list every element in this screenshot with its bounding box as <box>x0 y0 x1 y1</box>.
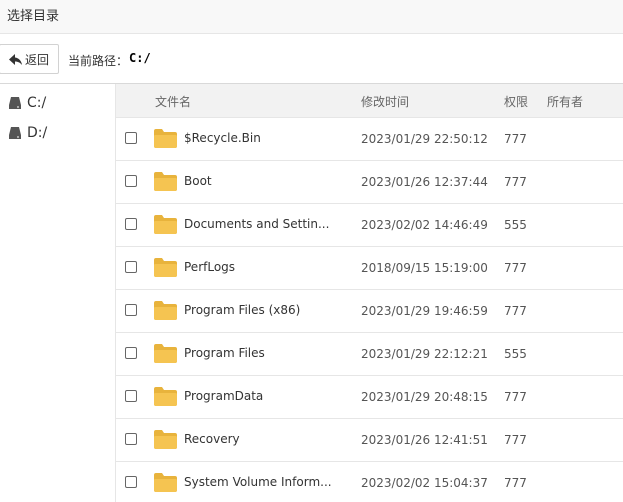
permission: 555 <box>504 218 527 232</box>
file-name[interactable]: Recovery <box>184 432 240 446</box>
back-button-label: 返回 <box>24 52 49 67</box>
row-checkbox[interactable] <box>125 304 137 316</box>
row-checkbox[interactable] <box>125 132 137 144</box>
table-row[interactable]: Recovery 2023/01/26 12:41:51 777 <box>116 419 623 462</box>
table-row[interactable]: Documents and Settin... 2023/02/02 14:46:… <box>116 204 623 247</box>
folder-icon <box>154 473 177 495</box>
modified-time: 2023/01/29 20:48:15 <box>361 390 488 404</box>
file-name[interactable]: Program Files <box>184 346 265 360</box>
file-name[interactable]: System Volume Inform... <box>184 475 332 489</box>
drive-item-d[interactable]: D:/ <box>8 122 47 144</box>
folder-icon <box>154 258 177 280</box>
file-name[interactable]: Boot <box>184 174 212 188</box>
column-header-mtime: 修改时间 <box>361 95 410 109</box>
modified-time: 2023/01/29 22:50:12 <box>361 132 488 146</box>
folder-icon <box>154 301 177 323</box>
column-header-name: 文件名 <box>155 95 192 109</box>
title-bar: 选择目录 <box>0 0 623 34</box>
table-header: 文件名 修改时间 权限 所有者 <box>116 84 623 118</box>
drive-item-c[interactable]: C:/ <box>8 92 46 114</box>
file-name[interactable]: $Recycle.Bin <box>184 131 261 145</box>
folder-icon <box>154 430 177 452</box>
table-row[interactable]: Program Files (x86) 2023/01/29 19:46:59 77… <box>116 290 623 333</box>
row-checkbox[interactable] <box>125 476 137 488</box>
modified-time: 2023/01/29 22:12:21 <box>361 347 488 361</box>
folder-icon <box>154 344 177 366</box>
permission: 777 <box>504 476 527 490</box>
current-path-value: C:/ <box>129 51 151 65</box>
modified-time: 2018/09/15 15:19:00 <box>361 261 488 275</box>
table-row[interactable]: Program Files 2023/01/29 22:12:21 555 <box>116 333 623 376</box>
folder-icon <box>154 129 177 151</box>
permission: 777 <box>504 261 527 275</box>
file-name[interactable]: ProgramData <box>184 389 263 403</box>
drive-sidebar: C:/ D:/ <box>0 84 116 502</box>
permission: 555 <box>504 347 527 361</box>
file-name[interactable]: Program Files (x86) <box>184 303 300 317</box>
modified-time: 2023/01/26 12:41:51 <box>361 433 488 447</box>
column-header-perm: 权限 <box>504 95 529 109</box>
folder-icon <box>154 387 177 409</box>
modified-time: 2023/02/02 14:46:49 <box>361 218 488 232</box>
folder-icon <box>154 172 177 194</box>
permission: 777 <box>504 433 527 447</box>
permission: 777 <box>504 175 527 189</box>
hard-drive-icon <box>9 127 21 139</box>
permission: 777 <box>504 132 527 146</box>
row-checkbox[interactable] <box>125 347 137 359</box>
toolbar: 返回 当前路径： C:/ <box>0 34 623 84</box>
file-name[interactable]: PerfLogs <box>184 260 235 274</box>
drive-label: C:/ <box>27 95 47 111</box>
window-title: 选择目录 <box>7 9 60 24</box>
row-checkbox[interactable] <box>125 390 137 402</box>
modified-time: 2023/02/02 15:04:37 <box>361 476 488 490</box>
drive-label: D:/ <box>27 125 48 141</box>
back-button[interactable]: 返回 <box>0 44 59 74</box>
table-row[interactable]: PerfLogs 2018/09/15 15:19:00 777 <box>116 247 623 290</box>
column-header-owner: 所有者 <box>547 95 584 109</box>
file-table: 文件名 修改时间 权限 所有者 $Recycle.Bin 2023/01/29 2… <box>116 84 623 502</box>
file-name[interactable]: Documents and Settin... <box>184 217 329 231</box>
table-row[interactable]: Boot 2023/01/26 12:37:44 777 <box>116 161 623 204</box>
folder-icon <box>154 215 177 237</box>
modified-time: 2023/01/26 12:37:44 <box>361 175 488 189</box>
row-checkbox[interactable] <box>125 261 137 273</box>
permission: 777 <box>504 390 527 404</box>
back-arrow-icon <box>8 53 22 65</box>
permission: 777 <box>504 304 527 318</box>
row-checkbox[interactable] <box>125 175 137 187</box>
current-path-label: 当前路径： <box>68 54 129 68</box>
table-row[interactable]: ProgramData 2023/01/29 20:48:15 777 <box>116 376 623 419</box>
row-checkbox[interactable] <box>125 433 137 445</box>
table-row[interactable]: System Volume Inform... 2023/02/02 15:04:… <box>116 462 623 502</box>
row-checkbox[interactable] <box>125 218 137 230</box>
table-row[interactable]: $Recycle.Bin 2023/01/29 22:50:12 777 <box>116 118 623 161</box>
hard-drive-icon <box>9 97 21 109</box>
modified-time: 2023/01/29 19:46:59 <box>361 304 488 318</box>
